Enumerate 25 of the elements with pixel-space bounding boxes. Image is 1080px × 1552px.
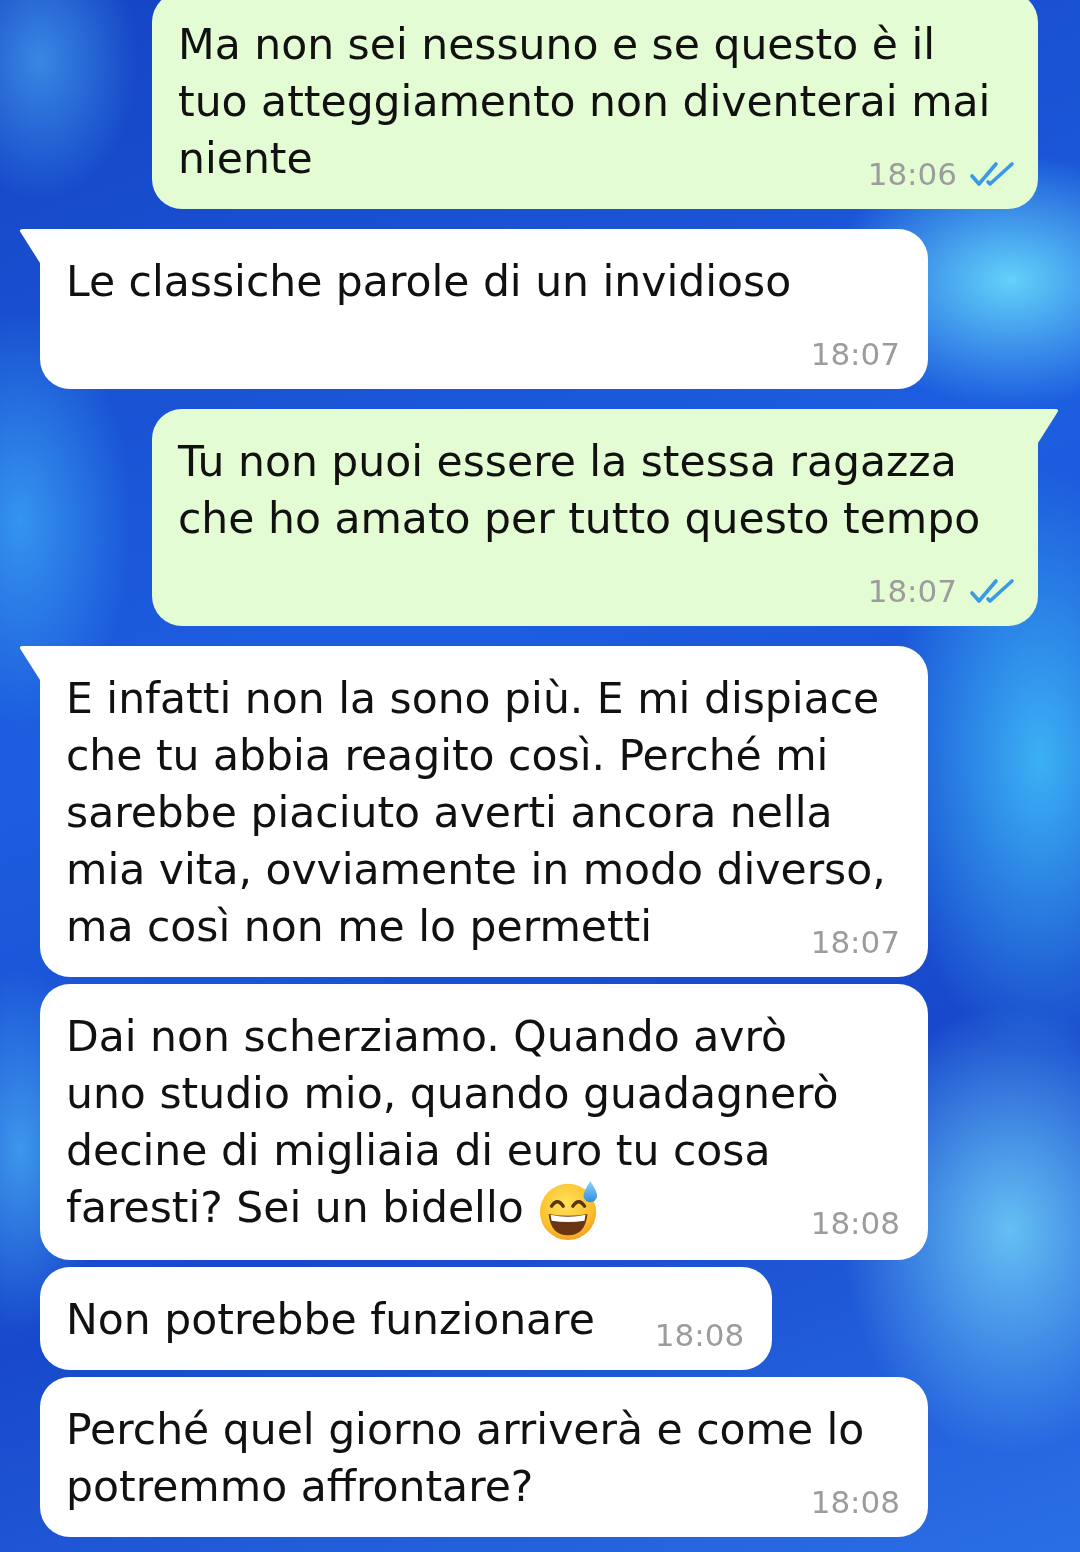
message-text: Dai non scherziamo. Quando avrò bbox=[66, 1011, 787, 1063]
message-text: potremmo affrontare? bbox=[66, 1461, 534, 1513]
message-text: ma così non me lo permetti bbox=[66, 901, 653, 953]
message-text: decine di migliaia di euro tu cosa bbox=[66, 1125, 771, 1177]
message-text: che ho amato per tutto questo tempo bbox=[178, 493, 981, 545]
message-text: faresti? Sei un bidello bbox=[66, 1182, 524, 1234]
message-text: Perché quel giorno arriverà e come lo bbox=[66, 1404, 865, 1456]
message-time: 18:08 bbox=[654, 1320, 745, 1351]
message-time: 18:07 bbox=[867, 576, 957, 607]
message-time: 18:08 bbox=[810, 1487, 900, 1518]
message-text: E infatti non la sono più. E mi dispiace bbox=[66, 673, 880, 725]
message-text: Non potrebbe funzionare bbox=[66, 1294, 595, 1346]
message-text: Ma non sei nessuno e se questo è il bbox=[178, 19, 936, 71]
message-text: che tu abbia reagito così. Perché mi bbox=[66, 730, 829, 782]
message-time: 18:06 bbox=[867, 159, 957, 190]
message-text: mia vita, ovviamente in modo diverso, bbox=[66, 844, 886, 896]
message-text: uno studio mio, quando guadagnerò bbox=[66, 1068, 839, 1120]
message-text: niente bbox=[178, 133, 313, 185]
message-time: 18:07 bbox=[810, 339, 900, 370]
message-time: 18:07 bbox=[810, 927, 900, 958]
message-text: tuo atteggiamento non diventerai mai bbox=[178, 76, 991, 128]
message-text: Le classiche parole di un invidioso bbox=[66, 256, 792, 308]
message-text: Tu non puoi essere la stessa ragazza bbox=[178, 436, 957, 488]
message-time: 18:08 bbox=[810, 1208, 900, 1239]
message-text: sarebbe piaciuto averti ancora nella bbox=[66, 787, 833, 839]
